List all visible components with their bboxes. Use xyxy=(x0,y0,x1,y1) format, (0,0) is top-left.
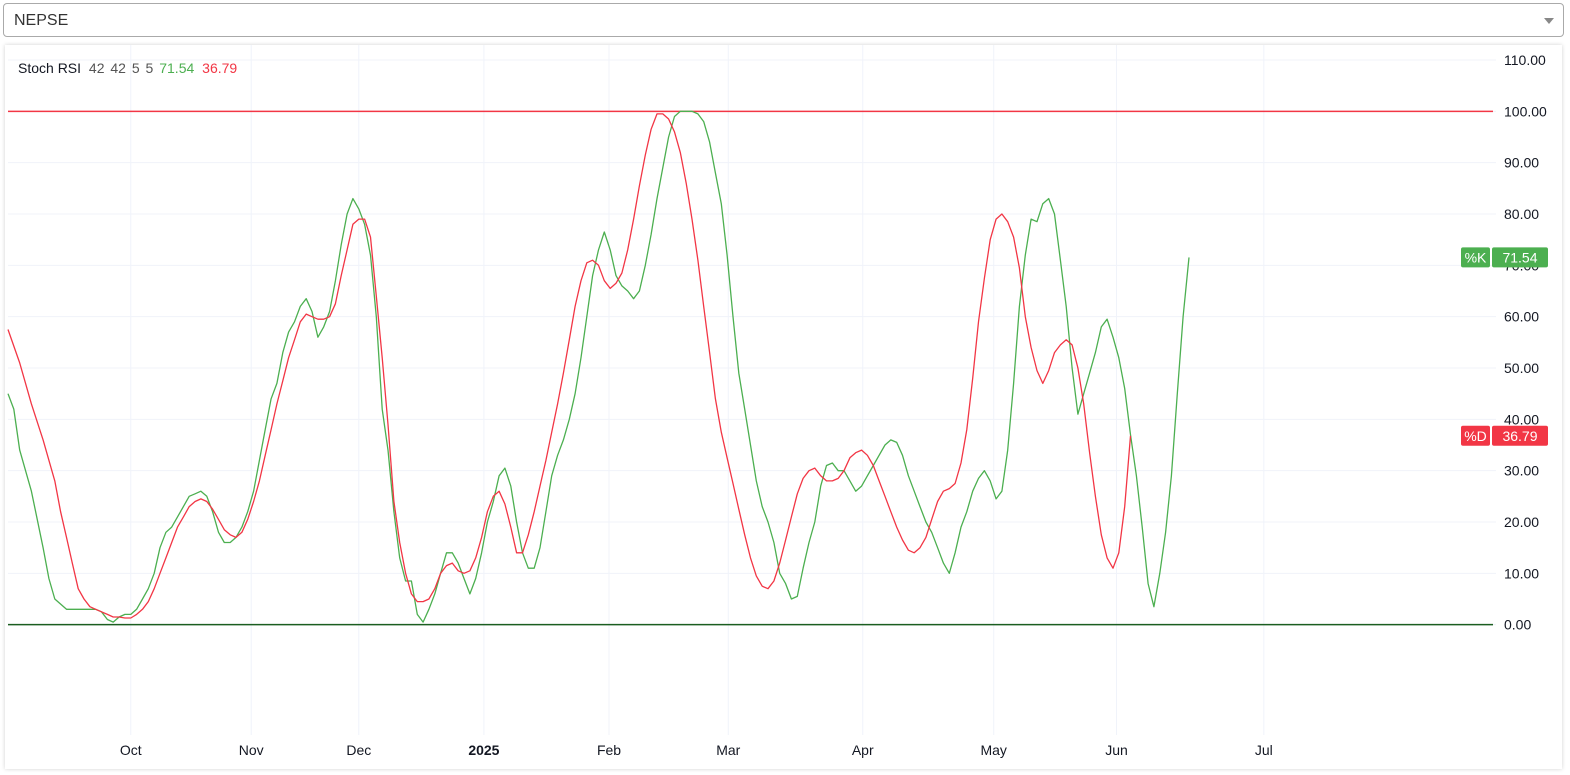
legend-param: 42 xyxy=(110,60,126,76)
x-tick-label: Dec xyxy=(346,742,371,758)
y-tick-label: 0.00 xyxy=(1504,617,1531,633)
legend-indicator-name: Stoch RSI xyxy=(18,60,82,76)
k-line xyxy=(7,110,1190,623)
legend-param: 5 xyxy=(131,60,140,76)
y-tick-label: 10.00 xyxy=(1504,565,1539,581)
y-tick-label: 20.00 xyxy=(1504,514,1539,530)
x-tick-label: Oct xyxy=(120,742,142,758)
k-badge-value: 71.54 xyxy=(1502,249,1537,265)
d-line xyxy=(7,113,1132,619)
x-tick-label: Mar xyxy=(716,742,740,758)
legend-param: 5 xyxy=(145,60,154,76)
y-tick-label: 110.00 xyxy=(1504,52,1546,68)
k-badge-label: %K xyxy=(1465,249,1487,265)
y-tick-label: 40.00 xyxy=(1504,411,1539,427)
legend-d-value: 36.79 xyxy=(202,60,238,76)
y-tick-label: 100.00 xyxy=(1504,103,1547,119)
d-value-badge: %D 36.79 xyxy=(1461,425,1548,446)
x-tick-label: May xyxy=(980,742,1006,758)
symbol-select-value: NEPSE xyxy=(14,12,69,29)
k-value-badge: %K 71.54 xyxy=(1461,247,1548,268)
chart-panel[interactable]: 110.00100.0090.0080.0070.0060.0050.0040.… xyxy=(5,45,1562,769)
legend-k-value: 71.54 xyxy=(159,60,195,76)
y-tick-label: 30.00 xyxy=(1504,463,1539,479)
x-tick-label: Nov xyxy=(239,742,264,758)
x-tick-label: Apr xyxy=(852,742,874,758)
d-badge-value: 36.79 xyxy=(1502,428,1537,444)
x-tick-label: Jul xyxy=(1255,742,1273,758)
y-tick-label: 50.00 xyxy=(1504,360,1539,376)
chevron-down-icon[interactable] xyxy=(1544,18,1554,24)
y-tick-label: 80.00 xyxy=(1504,206,1539,222)
indicator-legend[interactable]: Stoch RSI 42 42 5 5 71.54 36.79 xyxy=(18,60,241,76)
stoch-rsi-chart[interactable]: 110.00100.0090.0080.0070.0060.0050.0040.… xyxy=(5,45,1562,769)
y-tick-label: 60.00 xyxy=(1504,309,1539,325)
legend-param: 42 xyxy=(88,60,105,76)
x-tick-label: Jun xyxy=(1105,742,1128,758)
x-tick-label: Feb xyxy=(597,742,621,758)
symbol-select[interactable]: NEPSE xyxy=(3,3,1564,37)
d-badge-label: %D xyxy=(1464,428,1487,444)
x-tick-label: 2025 xyxy=(468,742,499,758)
y-tick-label: 90.00 xyxy=(1504,155,1539,171)
